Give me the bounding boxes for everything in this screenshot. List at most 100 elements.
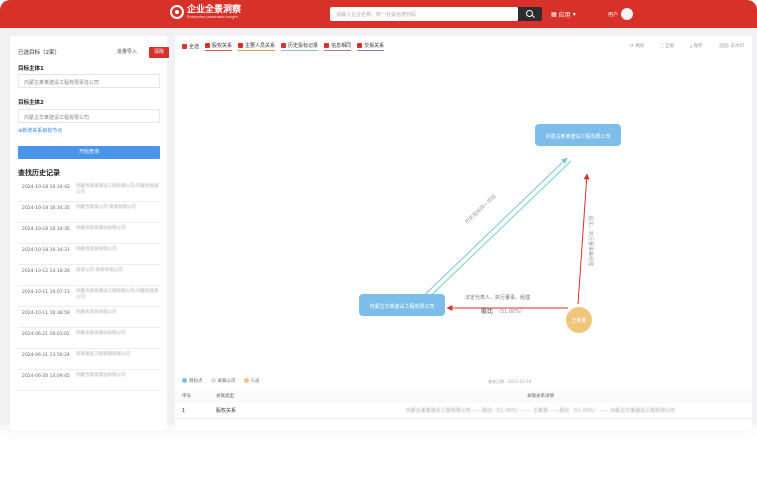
refresh-button[interactable]: ⟳ 刷新 bbox=[630, 43, 644, 49]
relation-table: 序号 关联类型 关联关系详情 1 股权关系 内蒙古某某建设工程有限公司 ——股比… bbox=[175, 391, 752, 419]
filter-label: 信息相同 bbox=[331, 43, 352, 49]
column-header: 关联类型 bbox=[216, 394, 234, 399]
top-bar: 企业全景洞察 Enterprise panoramic insight 请输入企… bbox=[0, 0, 757, 28]
bottom-fade bbox=[0, 425, 757, 481]
edge-value-equity: （51.00%） bbox=[496, 309, 525, 315]
checkbox-icon bbox=[238, 43, 244, 48]
history-item[interactable]: 2024-10-12 14:18:26 某某公司-某某有限公司 bbox=[18, 265, 160, 286]
add-target-link[interactable]: ⊕新增关系目标节点 bbox=[18, 127, 62, 134]
target1-label: 目标主体1 bbox=[18, 66, 44, 72]
history-name: 内蒙古某某有限公司 bbox=[76, 310, 117, 315]
filter-transaction[interactable]: 交易关系 bbox=[357, 42, 385, 51]
user-name: 用户 bbox=[608, 11, 619, 18]
edge-line-left-top-2[interactable] bbox=[411, 160, 572, 315]
start-query-button[interactable]: 开始查询 bbox=[18, 146, 160, 159]
history-time: 2024-10-11 16:38:59 bbox=[22, 311, 70, 316]
edge-line-person-top[interactable] bbox=[577, 173, 590, 305]
brand-tagline: Enterprise panoramic insight bbox=[187, 14, 238, 19]
edge-label-equity: 股比 bbox=[481, 307, 493, 315]
filter-equity[interactable]: 股权关系 bbox=[205, 42, 233, 51]
history-time: 2024-06-20 14:09:45 bbox=[22, 374, 70, 379]
target2-label: 目标主体2 bbox=[18, 100, 44, 106]
history-item[interactable]: 2024-06-21 13:56:24 某某建设工程管理有限公司 bbox=[18, 349, 160, 370]
history-name: 内蒙古某某建设有限公司 bbox=[76, 331, 126, 336]
search-input[interactable]: 请输入企业名称、统一社会信用代码 bbox=[330, 7, 518, 21]
legend-item-target: 目标点 bbox=[182, 378, 203, 384]
row-detail: 内蒙古某某建设工程有限公司 ——股比（51.00%）—— 王某某 ——股比（51… bbox=[405, 408, 676, 414]
save-button[interactable]: ⤓ 保存 bbox=[690, 43, 702, 49]
legend-dot bbox=[210, 378, 216, 383]
brand-name: 企业全景洞察 bbox=[187, 4, 242, 14]
graph-panel: 全选 股权关系 主要人员关系 历史投标记录 信息相同 交易关系 ⟳ 刷新 ⛶ 全… bbox=[175, 36, 752, 430]
query-date: 查询日期：2024-10-18 bbox=[488, 379, 532, 384]
edge-line-left-top[interactable] bbox=[412, 157, 568, 307]
history-item[interactable]: 2024-06-21 16:03:02 内蒙古某某建设有限公司 bbox=[18, 328, 160, 349]
node-left-label: 内蒙古华某建设工程有限公司 bbox=[369, 303, 434, 310]
history-item[interactable]: 2024-10-11 16:38:59 内蒙古某某有限公司 bbox=[18, 307, 160, 328]
apps-label: 应用 bbox=[558, 12, 571, 19]
target1-field[interactable]: 内蒙古某某建设工程有限责任公司 bbox=[18, 74, 160, 88]
selected-title: 已选目标（2家） bbox=[18, 50, 60, 56]
history-name: 内蒙古某某建设工程有限公司-内蒙古某某公司 bbox=[76, 184, 159, 195]
edge-note-person-left: 法定代表人、执行董事、经理 bbox=[465, 294, 530, 301]
legend-item-related: 关联公司 bbox=[210, 378, 236, 384]
relation-graph[interactable]: 历史投标同一项目 股东、执行董事兼经理 法定代表人、执行董事、经理 股比 （51… bbox=[175, 56, 752, 381]
history-item[interactable]: 2024-10-18 16:34:42 内蒙古某某建设工程有限公司-内蒙古某某公司 bbox=[18, 181, 160, 202]
checkbox-icon bbox=[281, 43, 287, 48]
history-time: 2024-10-18 16:34:35 bbox=[22, 227, 70, 232]
checkbox-icon bbox=[205, 43, 211, 48]
history-item[interactable]: 2024-10-18 16:34:35 内蒙古某某公司-某某有限公司 bbox=[18, 202, 160, 223]
legend-label: 人员 bbox=[250, 379, 260, 384]
history-name: 内蒙古某某建设有限公司 bbox=[76, 373, 126, 378]
history-time: 2024-06-21 16:03:02 bbox=[22, 332, 70, 337]
filter-label: 全选 bbox=[189, 43, 200, 50]
legend-label: 目标点 bbox=[189, 379, 203, 384]
filter-bid-history[interactable]: 历史投标记录 bbox=[281, 42, 319, 51]
history-time: 2024-10-18 16:34:35 bbox=[22, 206, 70, 211]
target2-field[interactable]: 内蒙古华某建设工程有限公司 bbox=[18, 109, 160, 123]
graph-toolbar: ⟳ 刷新 ⛶ 全屏 ⤓ 保存 去水印 bbox=[630, 43, 744, 49]
filter-personnel[interactable]: 主要人员关系 bbox=[238, 42, 276, 51]
filter-same-info[interactable]: 信息相同 bbox=[324, 42, 352, 51]
filter-select-all[interactable]: 全选 bbox=[182, 42, 199, 51]
history-time: 2024-06-21 13:56:24 bbox=[22, 353, 70, 358]
toggle-switch bbox=[718, 43, 729, 48]
search-button[interactable] bbox=[518, 7, 542, 21]
avatar bbox=[621, 8, 634, 20]
watermark-toggle[interactable]: 去水印 bbox=[718, 43, 745, 49]
history-item[interactable]: 2024-10-11 16:07:13 内蒙古某某建设工程有限公司-内蒙古某某公司 bbox=[18, 286, 160, 307]
history-time: 2024-10-12 14:18:26 bbox=[22, 269, 70, 274]
column-header: 关联关系详情 bbox=[527, 394, 554, 399]
app-window: 企业全景洞察 Enterprise panoramic insight 请输入企… bbox=[0, 0, 757, 430]
refresh-label: 刷新 bbox=[635, 44, 645, 49]
checkbox-icon bbox=[357, 43, 363, 48]
brand-logo[interactable]: 企业全景洞察 Enterprise panoramic insight bbox=[170, 5, 241, 19]
history-name: 内蒙古某某建设有限公司 bbox=[76, 226, 126, 231]
history-item[interactable]: 2024-06-20 14:09:45 内蒙古某某建设有限公司 bbox=[18, 370, 160, 391]
history-time: 2024-10-18 16:34:42 bbox=[22, 185, 70, 190]
history-item[interactable]: 2024-10-18 16:34:35 内蒙古某某建设有限公司 bbox=[18, 223, 160, 244]
save-label: 保存 bbox=[693, 44, 703, 49]
table-header: 序号 关联类型 关联关系详情 bbox=[175, 391, 752, 403]
checkbox-icon bbox=[182, 43, 187, 49]
legend-dot bbox=[182, 378, 187, 383]
history-item[interactable]: 2024-10-18 16:34:31 内蒙古某某有限公司 bbox=[18, 244, 160, 265]
history-name: 内蒙古某某有限公司 bbox=[76, 247, 117, 252]
edge-label-person-top: 股东、执行董事兼经理 bbox=[587, 216, 594, 266]
clear-button[interactable]: 清除 bbox=[149, 47, 169, 58]
user-menu[interactable]: 用户 bbox=[608, 8, 634, 20]
import-button[interactable]: 批量导入 bbox=[108, 47, 146, 58]
history-time: 2024-10-11 16:07:13 bbox=[22, 290, 70, 295]
apps-menu[interactable]: ▦ 应用 ▾ bbox=[551, 10, 576, 19]
fullscreen-button[interactable]: ⛶ 全屏 bbox=[660, 43, 674, 49]
table-row[interactable]: 1 股权关系 内蒙古某某建设工程有限公司 ——股比（51.00%）—— 王某某 … bbox=[175, 403, 752, 419]
filter-label: 主要人员关系 bbox=[245, 43, 276, 49]
graph-legend: 目标点 关联公司 人员 bbox=[182, 378, 260, 384]
history-list: 2024-10-18 16:34:42 内蒙古某某建设工程有限公司-内蒙古某某公司… bbox=[18, 181, 160, 391]
toggle-label: 去水印 bbox=[730, 44, 745, 49]
filter-label: 历史投标记录 bbox=[288, 43, 319, 49]
history-name: 内蒙古某某建设工程有限公司-内蒙古某某公司 bbox=[76, 289, 159, 300]
target-panel: 已选目标（2家） 批量导入 清除 目标主体1 内蒙古某某建设工程有限责任公司 目… bbox=[10, 36, 169, 430]
checkbox-icon bbox=[324, 43, 330, 48]
chevron-down-icon: ▾ bbox=[572, 11, 576, 18]
